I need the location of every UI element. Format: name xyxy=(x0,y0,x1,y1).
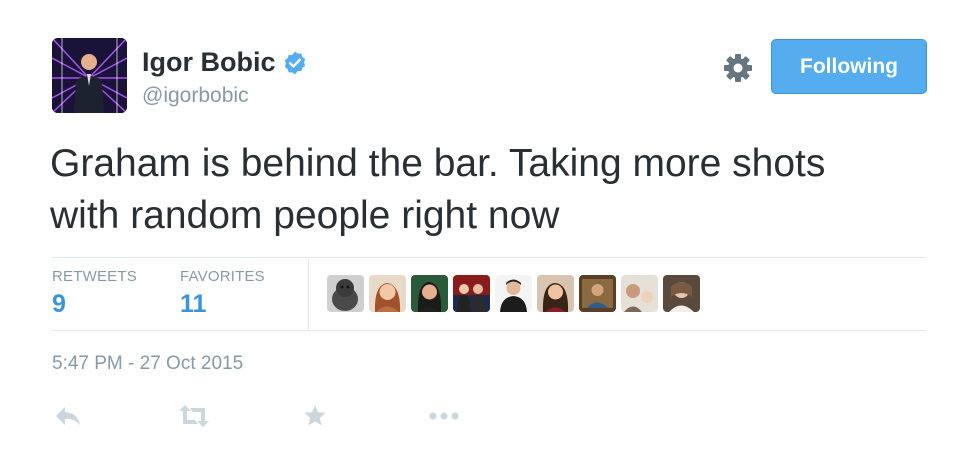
stats-divider-vertical xyxy=(308,257,309,331)
author-avatar[interactable] xyxy=(52,38,127,113)
man-avatar[interactable] xyxy=(495,275,532,312)
person-avatar[interactable] xyxy=(621,275,658,312)
woman-avatar[interactable] xyxy=(537,275,574,312)
stats-divider-top xyxy=(52,257,926,258)
author-name-row[interactable]: Igor Bobic xyxy=(142,47,308,78)
reply-icon[interactable] xyxy=(52,402,84,430)
stats-divider-bottom xyxy=(52,330,926,331)
favorite-icon[interactable] xyxy=(299,402,331,430)
tweet-text: Graham is behind the bar. Taking more sh… xyxy=(50,138,940,242)
retweets-count[interactable]: 9 xyxy=(52,290,66,319)
following-button[interactable]: Following xyxy=(771,39,927,94)
author-handle[interactable]: @igorbobic xyxy=(142,84,249,108)
retweets-label[interactable]: RETWEETS xyxy=(52,268,137,285)
tweet-timestamp[interactable]: 5:47 PM - 27 Oct 2015 xyxy=(52,353,243,375)
woman-avatar[interactable] xyxy=(369,275,406,312)
favoriters-list xyxy=(327,275,700,312)
tweet-text-line: with random people right now xyxy=(50,194,560,237)
woman-avatar[interactable] xyxy=(411,275,448,312)
person-avatar[interactable] xyxy=(663,275,700,312)
tweet-text-line: Graham is behind the bar. Taking more sh… xyxy=(50,142,826,185)
author-name[interactable]: Igor Bobic xyxy=(142,47,276,78)
group-avatar[interactable] xyxy=(453,275,490,312)
person-avatar[interactable] xyxy=(579,275,616,312)
author-avatar-image xyxy=(52,38,127,113)
favorites-label[interactable]: FAVORITES xyxy=(180,268,265,285)
settings-gear-icon[interactable] xyxy=(722,52,754,84)
verified-badge-icon xyxy=(284,51,305,74)
more-icon[interactable] xyxy=(428,402,460,430)
dog-avatar[interactable] xyxy=(327,275,364,312)
retweet-icon[interactable] xyxy=(178,402,210,430)
favorites-count[interactable]: 11 xyxy=(180,290,206,319)
